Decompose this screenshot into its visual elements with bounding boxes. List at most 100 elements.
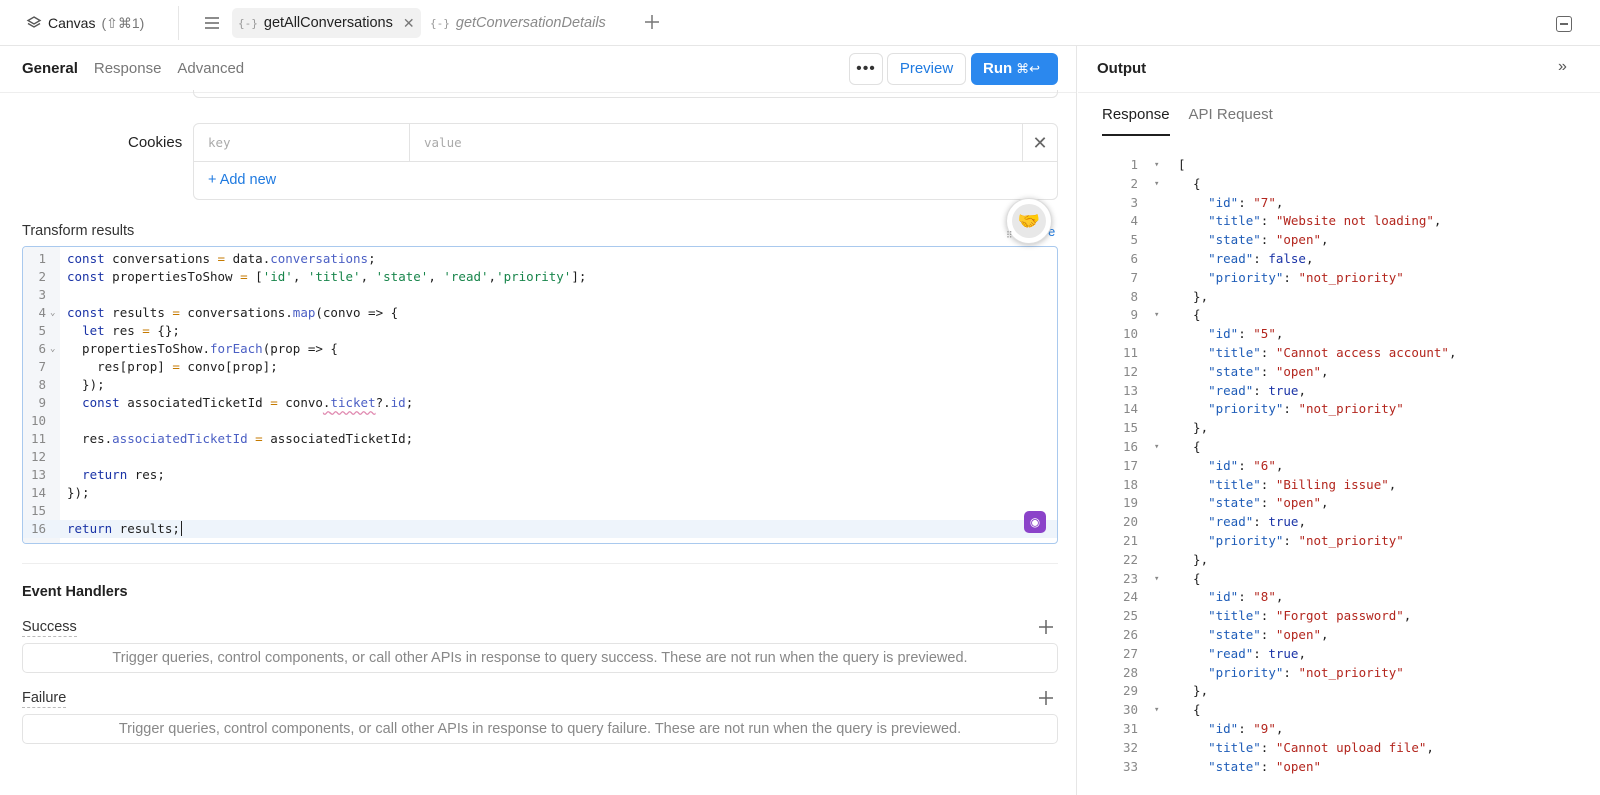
json-text: "title": "Website not loading",	[1208, 213, 1442, 229]
tab-get-conversation-details[interactable]: {-} getConversationDetails	[424, 8, 612, 38]
line-number: 20	[1122, 514, 1138, 530]
code-line[interactable]: 1 const conversations = data.conversation…	[23, 250, 1057, 268]
tab-advanced[interactable]: Advanced	[177, 60, 244, 77]
json-line: 11 "title": "Cannot access account",	[1078, 344, 1600, 363]
line-number: 16	[30, 521, 46, 536]
fold-triangle-icon[interactable]: ▾	[1154, 438, 1159, 457]
tab-general[interactable]: General	[22, 60, 78, 77]
code-line[interactable]: 14});	[23, 484, 1057, 502]
collapse-chevrons-icon[interactable]: »	[1558, 58, 1567, 76]
code-line[interactable]: 13 return res;	[23, 466, 1057, 484]
close-icon[interactable]: ✕	[403, 15, 415, 32]
code-line[interactable]: 11 res.associatedTicketId = associatedTi…	[23, 430, 1057, 448]
tab-output-response[interactable]: Response	[1102, 106, 1170, 136]
line-number: 22	[1122, 551, 1138, 567]
fold-triangle-icon[interactable]: ▾	[1154, 156, 1159, 175]
json-line: 18 "title": "Billing issue",	[1078, 476, 1600, 495]
fold-triangle-icon[interactable]: ▾	[1154, 701, 1159, 720]
divider	[178, 6, 179, 40]
fold-triangle-icon[interactable]: ▾	[1154, 306, 1159, 325]
json-line: 15 },	[1078, 419, 1600, 438]
tab-api-request[interactable]: API Request	[1189, 106, 1273, 136]
line-number: 4	[1130, 213, 1138, 229]
code-line[interactable]: 5 let res = {};	[23, 322, 1057, 340]
drag-handle-icon[interactable]: ⠿	[1006, 230, 1013, 241]
code-line[interactable]: 3	[23, 286, 1057, 304]
fold-triangle-icon[interactable]: ▾	[1154, 175, 1159, 194]
line-number: 7	[38, 359, 46, 374]
code-line[interactable]: 15	[23, 502, 1057, 520]
code-text: res.associatedTicketId = associatedTicke…	[67, 431, 414, 446]
code-text: res[prop] = convo[prop];	[67, 359, 278, 374]
line-number: 32	[1122, 739, 1138, 755]
json-line: 20 "read": true,	[1078, 513, 1600, 532]
json-line: 21 "priority": "not_priority"	[1078, 532, 1600, 551]
line-number: 33	[1122, 758, 1138, 774]
minimize-panel-icon[interactable]	[1556, 16, 1572, 32]
code-line[interactable]: 16 return results;	[23, 520, 1057, 538]
line-number: 16	[1122, 438, 1138, 454]
code-line[interactable]: 10	[23, 412, 1057, 430]
code-text: let res = {};	[82, 323, 180, 338]
transform-code-editor[interactable]: 1 const conversations = data.conversation…	[22, 246, 1058, 544]
code-line[interactable]: 9 const associatedTicketId = convo.ticke…	[23, 394, 1057, 412]
code-text: });	[67, 485, 90, 500]
failure-handler-placeholder[interactable]: Trigger queries, control components, or …	[22, 714, 1058, 744]
cookies-editor: key value ✕ + Add new	[193, 123, 1058, 200]
tab-label: getAllConversations	[263, 15, 393, 31]
add-failure-handler-plus-icon[interactable]	[1038, 690, 1054, 706]
code-line[interactable]: 8 });	[23, 376, 1057, 394]
json-line: 14 "priority": "not_priority"	[1078, 400, 1600, 419]
code-line[interactable]: 2 const propertiesToShow = ['id', 'title'…	[23, 268, 1057, 286]
editor-subtabs: General Response Advanced	[22, 60, 244, 77]
json-line: 29 },	[1078, 682, 1600, 701]
preview-button[interactable]: Preview	[887, 53, 966, 85]
fold-chevron-icon[interactable]: ⌄	[50, 340, 55, 358]
code-line[interactable]: 7 res[prop] = convo[prop];	[23, 358, 1057, 376]
cookie-value-input[interactable]: value	[410, 124, 1023, 162]
json-response-viewer[interactable]: 1 ▾[2 ▾ {3 "id": "7", 4 "title": "Website n…	[1078, 156, 1600, 776]
success-handler-placeholder[interactable]: Trigger queries, control components, or …	[22, 643, 1058, 673]
json-text: {	[1178, 307, 1201, 323]
code-line[interactable]: 12	[23, 448, 1057, 466]
line-number: 10	[1122, 326, 1138, 342]
collaborator-avatar[interactable]: 🤝	[1006, 198, 1052, 244]
fold-triangle-icon[interactable]: ▾	[1154, 570, 1159, 589]
line-number: 25	[1122, 608, 1138, 624]
json-text: "id": "6",	[1208, 457, 1284, 473]
json-line: 12 "state": "open",	[1078, 363, 1600, 382]
json-text: "title": "Cannot access account",	[1208, 344, 1457, 360]
json-text: "title": "Cannot upload file",	[1208, 739, 1434, 755]
line-number: 5	[38, 323, 46, 338]
line-number: 12	[1122, 363, 1138, 379]
line-number: 27	[1122, 645, 1138, 661]
line-number: 9	[38, 395, 46, 410]
json-text: "title": "Billing issue",	[1208, 476, 1397, 492]
canvas-button[interactable]: Canvas (⇧⌘1)	[26, 12, 144, 34]
json-text: "id": "5",	[1208, 326, 1284, 342]
run-button[interactable]: Run ⌘↩	[971, 53, 1058, 85]
cookie-key-input[interactable]: key	[194, 124, 410, 162]
failure-label: Failure	[22, 690, 67, 708]
json-text: "read": true,	[1208, 645, 1306, 661]
tab-response[interactable]: Response	[94, 60, 162, 77]
code-line[interactable]: 4 ⌄ const results = conversations.map(conv…	[23, 304, 1057, 322]
line-number: 11	[1122, 344, 1138, 360]
tab-get-all-conversations[interactable]: {-} getAllConversations ✕	[232, 8, 421, 38]
more-options-button[interactable]: •••	[849, 53, 883, 85]
json-line: 32 "title": "Cannot upload file",	[1078, 739, 1600, 758]
add-tab-plus-icon[interactable]	[643, 13, 661, 31]
fold-chevron-icon[interactable]: ⌄	[50, 304, 55, 322]
hamburger-menu-icon[interactable]	[204, 16, 220, 30]
code-line[interactable]: 6 ⌄ propertiesToShow.forEach(prop => {	[23, 340, 1057, 358]
line-number: 10	[30, 413, 46, 428]
json-text: },	[1178, 420, 1209, 436]
line-number: 15	[30, 503, 46, 518]
ai-assistant-robot-icon[interactable]: ◉	[1024, 511, 1046, 533]
json-text: "state": "open",	[1208, 495, 1329, 511]
json-line: 26 "state": "open",	[1078, 626, 1600, 645]
line-number: 23	[1122, 570, 1138, 586]
add-new-cookie-button[interactable]: + Add new	[208, 172, 276, 188]
add-success-handler-plus-icon[interactable]	[1038, 619, 1054, 635]
remove-cookie-close-icon[interactable]: ✕	[1023, 124, 1057, 162]
